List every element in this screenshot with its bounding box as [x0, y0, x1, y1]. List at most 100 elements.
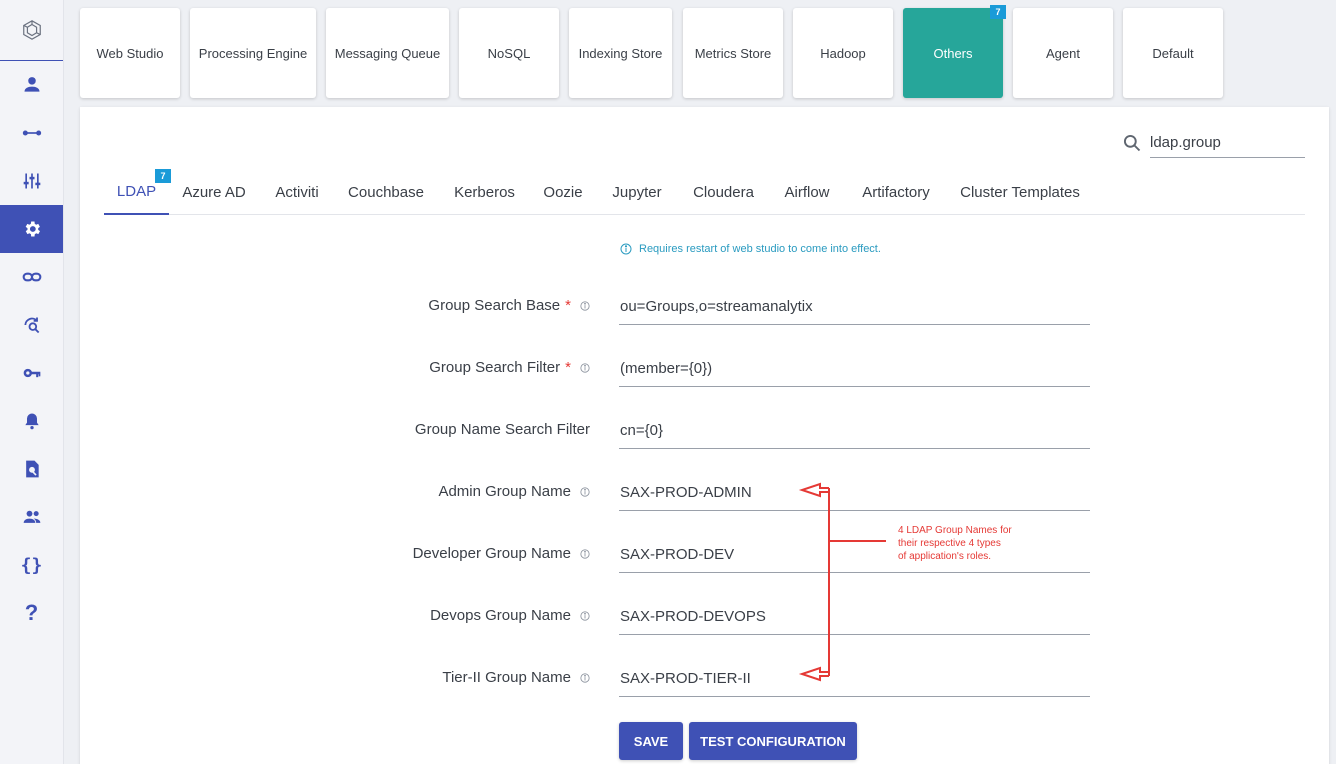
info-icon	[620, 243, 632, 255]
notice-text: Requires restart of web studio to come i…	[639, 243, 881, 255]
nav-braces[interactable]: {}	[0, 541, 63, 589]
tab-airflow[interactable]: Airflow	[778, 169, 836, 215]
refresh-search-icon	[23, 317, 39, 334]
tier-ii-group-name-input[interactable]	[619, 661, 1090, 697]
tab-label: Cloudera	[693, 183, 754, 201]
tab-label: Jupyter	[612, 183, 662, 201]
info-icon[interactable]	[580, 300, 590, 311]
category-label: Agent	[1046, 45, 1080, 61]
category-indexing-store[interactable]: Indexing Store	[569, 8, 672, 98]
annotation-line: of application's roles.	[898, 551, 992, 562]
field-group-name-search-filter: Group Name Search Filter	[80, 413, 1329, 453]
help-icon: ?	[24, 600, 39, 625]
braces-icon: {}	[20, 554, 43, 576]
nav-pipeline[interactable]	[0, 109, 63, 157]
bell-icon	[24, 413, 39, 430]
label-text: Tier-II Group Name	[442, 669, 571, 686]
annotation-line: their respective 4 types	[898, 538, 1001, 549]
config-tabs: LDAP 7 Azure AD Activiti Couchbase Kerbe…	[104, 169, 1305, 215]
category-agent[interactable]: Agent	[1013, 8, 1113, 98]
nav-key[interactable]	[0, 349, 63, 397]
devops-group-name-input[interactable]	[619, 599, 1090, 635]
label-text: Admin Group Name	[438, 483, 571, 500]
admin-group-name-input[interactable]	[619, 475, 1090, 511]
category-label: Hadoop	[820, 45, 866, 61]
users-icon	[23, 510, 40, 523]
tab-kerberos[interactable]: Kerberos	[447, 169, 522, 215]
tab-label: Airflow	[784, 183, 830, 201]
tab-azure-ad[interactable]: Azure AD	[178, 169, 250, 215]
category-metrics-store[interactable]: Metrics Store	[683, 8, 783, 98]
category-label: Metrics Store	[694, 45, 772, 61]
tab-couchbase[interactable]: Couchbase	[344, 169, 428, 215]
tab-jupyter[interactable]: Jupyter	[606, 169, 668, 215]
nav-link[interactable]	[0, 253, 63, 301]
nav-notifications[interactable]	[0, 397, 63, 445]
category-nosql[interactable]: NoSQL	[459, 8, 559, 98]
field-label: Developer Group Name	[413, 545, 590, 562]
category-label: Processing Engine	[198, 45, 308, 61]
category-label: Messaging Queue	[334, 45, 441, 61]
field-developer-group-name: Developer Group Name	[80, 537, 1329, 577]
pipeline-icon	[22, 130, 41, 136]
category-messaging-queue[interactable]: Messaging Queue	[326, 8, 449, 98]
field-group-search-base: Group Search Base *	[80, 289, 1329, 329]
field-label: Group Search Filter *	[429, 359, 590, 376]
group-search-filter-input[interactable]	[619, 351, 1090, 387]
tab-cloudera[interactable]: Cloudera	[687, 169, 760, 215]
tab-activiti[interactable]: Activiti	[266, 169, 328, 215]
label-text: Group Name Search Filter	[414, 421, 590, 438]
field-admin-group-name: Admin Group Name	[80, 475, 1329, 515]
user-icon	[24, 77, 39, 92]
tab-artifactory[interactable]: Artifactory	[855, 169, 937, 215]
required-mark: *	[565, 297, 571, 314]
test-configuration-button[interactable]: TEST CONFIGURATION	[689, 722, 857, 760]
app-logo[interactable]	[0, 0, 63, 61]
info-icon[interactable]	[580, 548, 590, 559]
category-others[interactable]: Others 7	[903, 5, 1006, 98]
category-default[interactable]: Default	[1123, 8, 1223, 98]
category-hadoop[interactable]: Hadoop	[793, 8, 893, 98]
category-label: Indexing Store	[578, 45, 663, 61]
tab-label: Cluster Templates	[960, 183, 1080, 201]
nav-users[interactable]	[0, 493, 63, 541]
field-label: Devops Group Name	[430, 607, 590, 624]
tab-cluster-templates[interactable]: Cluster Templates	[955, 169, 1085, 215]
nav-help[interactable]: ?	[0, 589, 63, 637]
nav-settings[interactable]	[0, 205, 63, 253]
nav-user[interactable]	[0, 61, 63, 109]
label-text: Devops Group Name	[430, 607, 571, 624]
nav-document-search[interactable]	[0, 445, 63, 493]
category-processing-engine[interactable]: Processing Engine	[190, 8, 316, 98]
group-search-base-input[interactable]	[619, 289, 1090, 325]
nav-refresh-search[interactable]	[0, 301, 63, 349]
search-input[interactable]	[1150, 127, 1305, 158]
tab-ldap[interactable]: LDAP 7	[104, 169, 171, 215]
field-label: Tier-II Group Name	[442, 669, 590, 686]
tab-label: Azure AD	[182, 183, 246, 201]
field-label: Group Search Base *	[428, 297, 590, 314]
category-web-studio[interactable]: Web Studio	[80, 8, 180, 98]
group-name-search-filter-input[interactable]	[619, 413, 1090, 449]
tab-label: Activiti	[275, 183, 319, 201]
tab-label: LDAP	[116, 182, 157, 200]
search-box	[1122, 127, 1305, 159]
info-icon[interactable]	[580, 672, 590, 683]
annotation-note: 4 LDAP Group Names for their respective …	[898, 524, 1038, 563]
link-icon	[22, 272, 41, 282]
count-badge: 7	[155, 169, 171, 183]
info-icon[interactable]	[580, 486, 590, 497]
required-mark: *	[565, 359, 571, 376]
sliders-icon	[23, 173, 40, 189]
tab-oozie[interactable]: Oozie	[538, 169, 588, 215]
field-label: Admin Group Name	[438, 483, 590, 500]
field-devops-group-name: Devops Group Name	[80, 599, 1329, 639]
info-icon[interactable]	[580, 362, 590, 373]
save-button[interactable]: SAVE	[619, 722, 683, 760]
hexagon-logo-icon	[22, 20, 41, 40]
key-icon	[23, 368, 40, 378]
info-icon[interactable]	[580, 610, 590, 621]
tab-label: Oozie	[543, 183, 583, 201]
nav-sliders[interactable]	[0, 157, 63, 205]
field-tier-ii-group-name: Tier-II Group Name	[80, 661, 1329, 701]
